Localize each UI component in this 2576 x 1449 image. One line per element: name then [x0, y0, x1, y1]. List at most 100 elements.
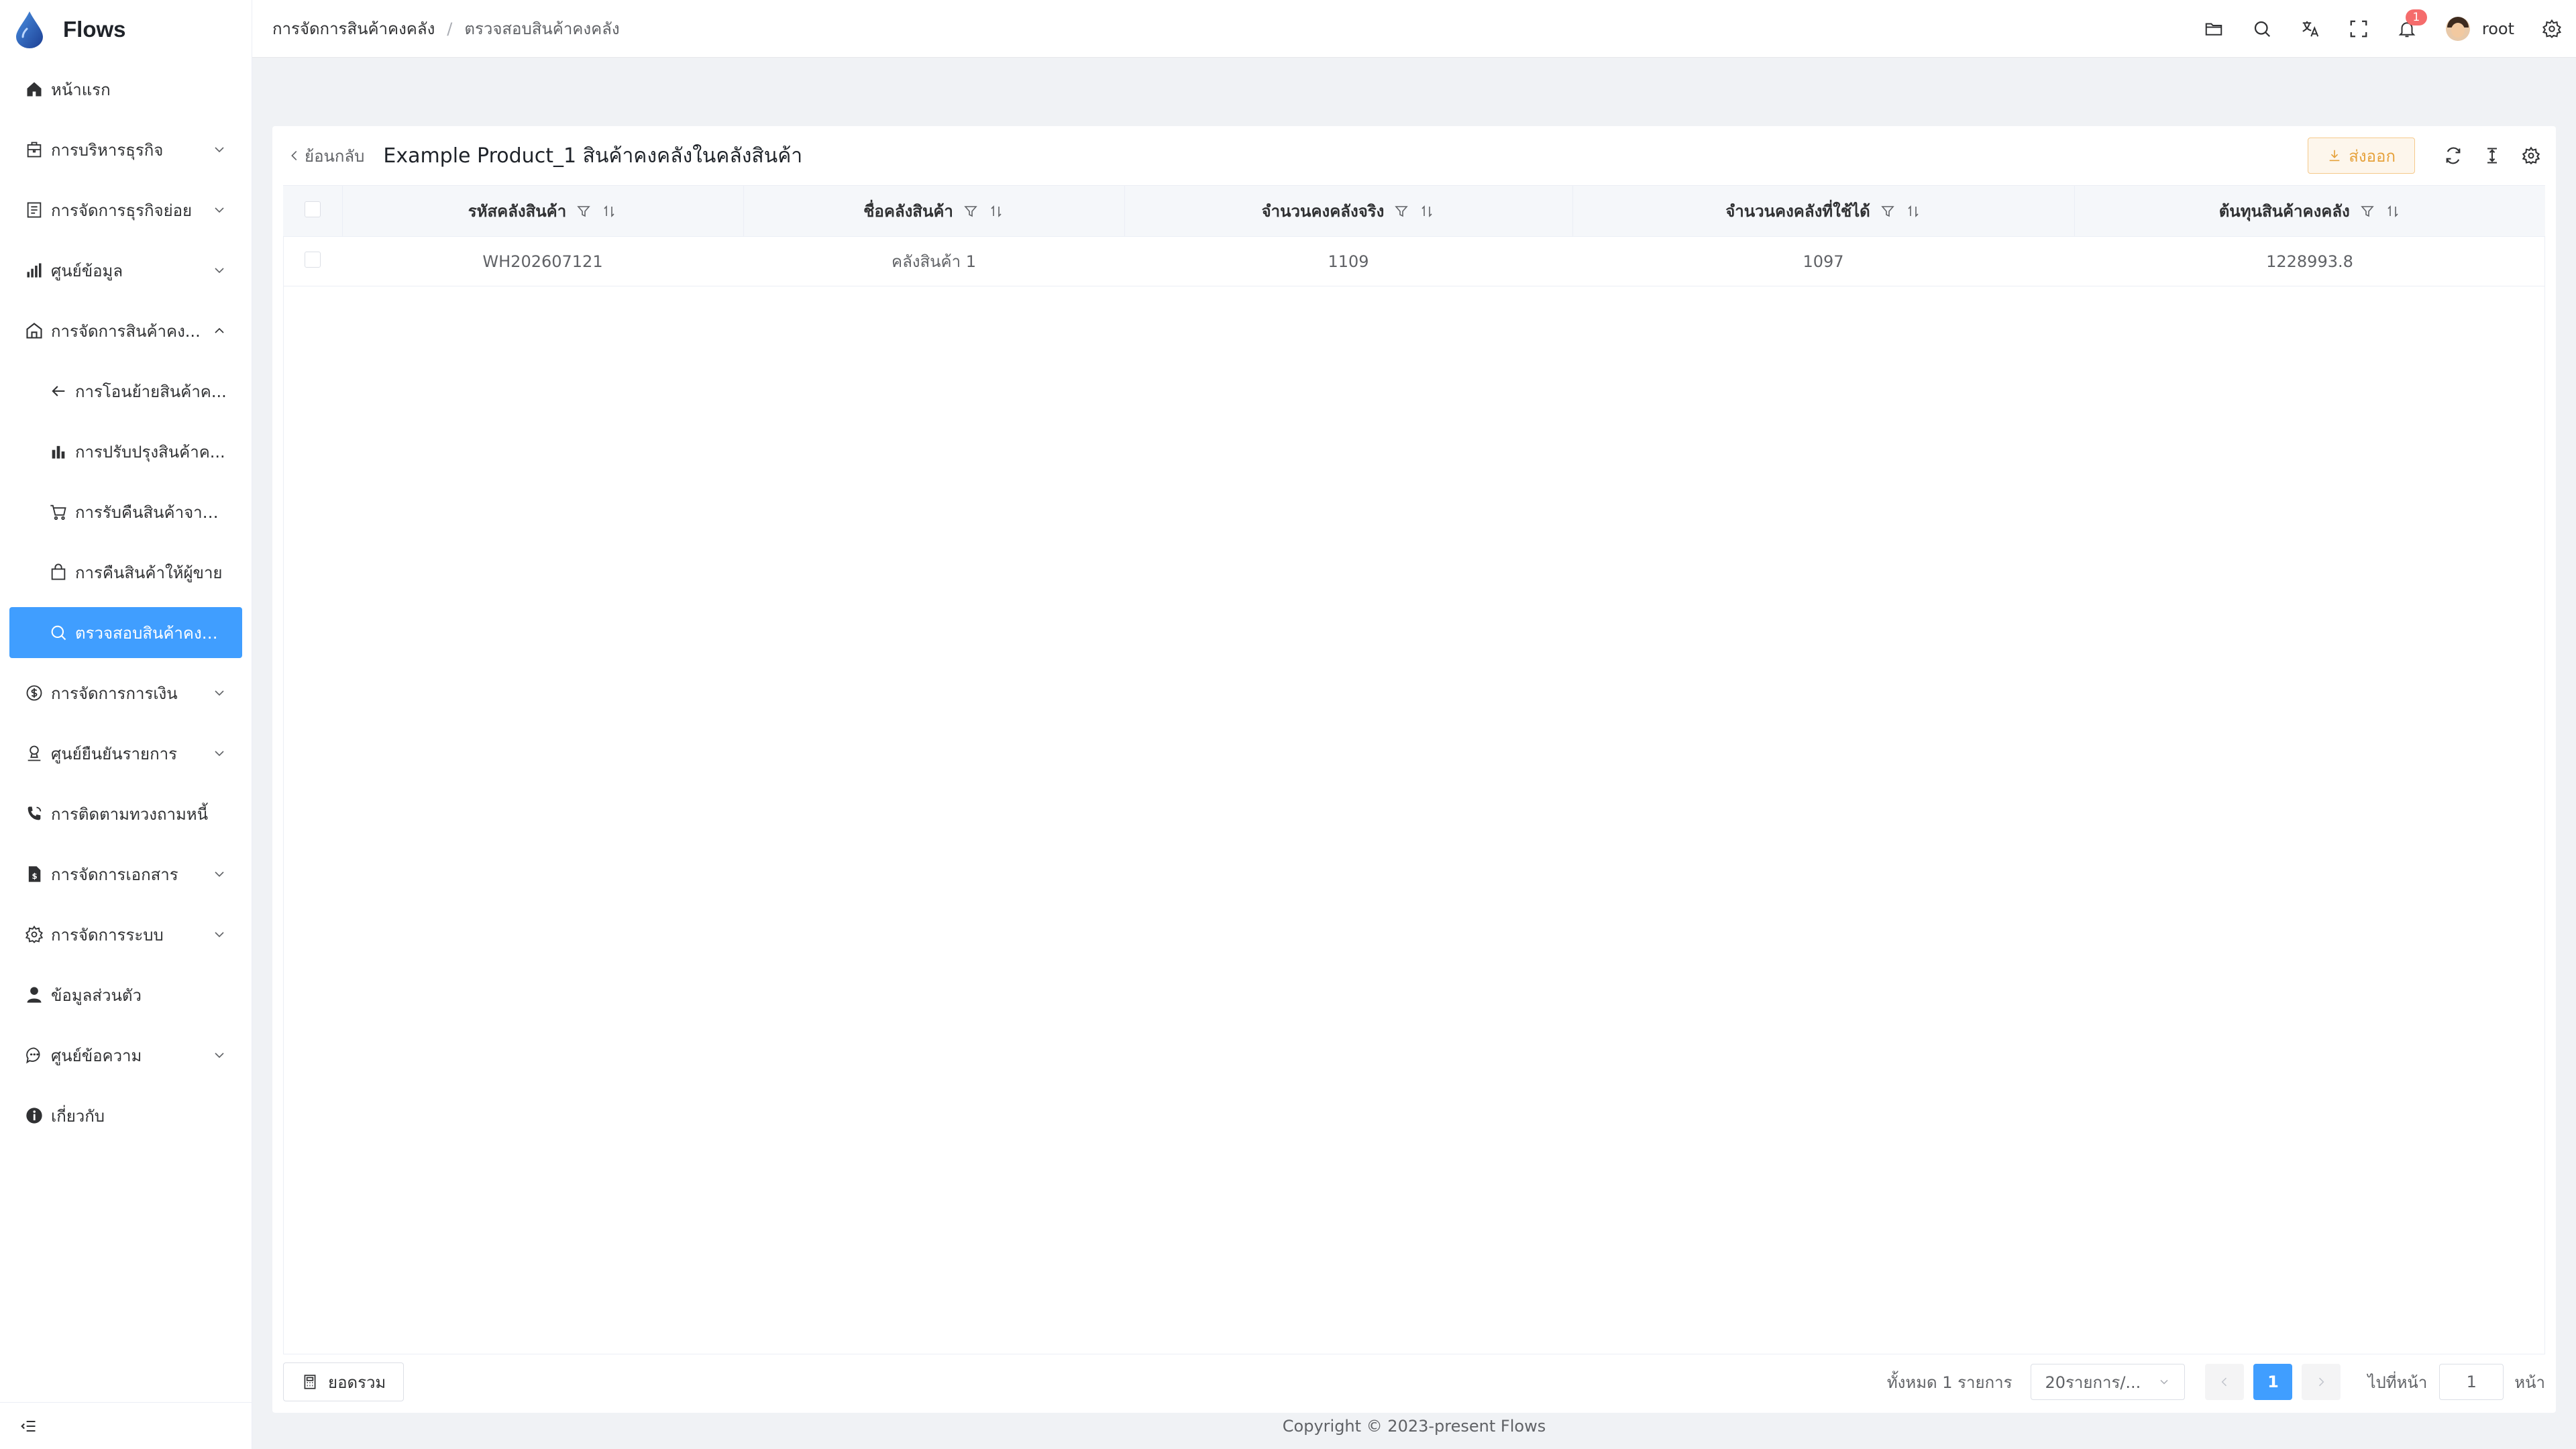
- sort-icon[interactable]: [2385, 203, 2401, 219]
- fullscreen-button[interactable]: [2334, 0, 2383, 58]
- sidebar-item-data-center[interactable]: ศูนย์ข้อมูล: [0, 240, 252, 301]
- folder-button[interactable]: [2190, 0, 2238, 58]
- next-page-button[interactable]: [2302, 1364, 2341, 1400]
- card-header: ย้อนกลับ Example Product_1 สินค้าคงคลังใ…: [272, 126, 2556, 185]
- goto-label: ไปที่หน้า: [2367, 1373, 2428, 1392]
- document-list-icon: [24, 200, 44, 220]
- sidebar-menu: หน้าแรก การบริหารธุรกิจ การจัดการธุรกิจย…: [0, 59, 252, 1146]
- fullscreen-icon: [2350, 20, 2367, 38]
- refresh-button[interactable]: [2434, 136, 2473, 175]
- row-density-button[interactable]: [2473, 136, 2512, 175]
- inventory-card: ย้อนกลับ Example Product_1 สินค้าคงคลังใ…: [272, 126, 2556, 1413]
- chevron-left-icon: [291, 150, 297, 161]
- sidebar-item-label: การรับคืนสินค้าจาก...: [75, 502, 227, 522]
- sidebar-item-debt-collection[interactable]: การติดตามทวงถามหนี้: [0, 784, 252, 844]
- export-button[interactable]: ส่งออก: [2308, 138, 2415, 174]
- table-row[interactable]: WH202607121 คลังสินค้า 1 1109 1097 12289…: [283, 236, 2545, 286]
- prev-page-button[interactable]: [2205, 1364, 2245, 1400]
- filter-icon[interactable]: [2359, 203, 2375, 219]
- collapse-menu-icon: [21, 1420, 36, 1432]
- filter-icon[interactable]: [576, 203, 592, 219]
- sidebar-item-customer-returns[interactable]: การรับคืนสินค้าจาก...: [0, 482, 252, 542]
- column-header[interactable]: รหัสคลังสินค้า: [342, 185, 744, 237]
- chevron-down-icon: [215, 690, 224, 696]
- pagination: ทั้งหมด 1 รายการ 20รายการ/... 1 ไปที่หน้…: [1887, 1362, 2545, 1402]
- sidebar-item-finance[interactable]: การจัดการการเงิน: [0, 663, 252, 723]
- user-menu[interactable]: root: [2445, 17, 2514, 41]
- sidebar-item-messages[interactable]: ศูนย์ข้อความ: [0, 1025, 252, 1085]
- language-button[interactable]: [2286, 0, 2334, 58]
- app-logo[interactable]: Flows: [0, 0, 252, 59]
- sidebar-item-stock-transfer[interactable]: การโอนย้ายสินค้าค...: [0, 361, 252, 421]
- bag-icon: [48, 562, 68, 582]
- sidebar-item-label: ศูนย์ข้อมูล: [51, 261, 123, 280]
- sidebar-item-home[interactable]: หน้าแรก: [0, 59, 252, 119]
- column-header[interactable]: ต้นทุนสินค้าคงคลัง: [2074, 185, 2545, 237]
- sidebar-item-stock-adjustment[interactable]: การปรับปรุงสินค้าค...: [0, 421, 252, 482]
- sidebar-item-system[interactable]: การจัดการระบบ: [0, 904, 252, 965]
- file-dollar-icon: $: [24, 864, 44, 884]
- table-cell: 1228993.8: [2074, 236, 2545, 286]
- top-header: การจัดการสินค้าคงคลัง / ตรวจสอบสินค้าคงค…: [252, 0, 2576, 58]
- column-header[interactable]: จำนวนคงคลังจริง: [1124, 185, 1573, 237]
- username: root: [2481, 19, 2514, 38]
- refresh-icon: [2446, 147, 2461, 164]
- sidebar-item-business[interactable]: การบริหารธุรกิจ: [0, 119, 252, 180]
- search-icon: [48, 623, 68, 643]
- warehouse-icon: [24, 321, 44, 341]
- sidebar-item-label: การโอนย้ายสินค้าค...: [75, 382, 227, 401]
- sidebar-item-documents[interactable]: $ การจัดการเอกสาร: [0, 844, 252, 904]
- column-settings-button[interactable]: [2512, 136, 2551, 175]
- column-header[interactable]: ชื่อคลังสินค้า: [743, 185, 1125, 237]
- settings-button[interactable]: [2528, 0, 2576, 58]
- column-header[interactable]: จำนวนคงคลังที่ใช้ได้: [1572, 185, 2075, 237]
- filter-icon[interactable]: [1880, 203, 1896, 219]
- sidebar-item-profile[interactable]: ข้อมูลส่วนตัว: [0, 965, 252, 1025]
- sidebar-item-label: ข้อมูลส่วนตัว: [51, 985, 142, 1005]
- chevron-down-icon: [215, 1053, 224, 1059]
- column-height-icon: [2487, 148, 2497, 164]
- calculator-icon: [304, 1375, 316, 1389]
- filter-icon[interactable]: [1393, 203, 1409, 219]
- breadcrumb: การจัดการสินค้าคงคลัง / ตรวจสอบสินค้าคงค…: [272, 15, 620, 42]
- filter-icon[interactable]: [963, 203, 979, 219]
- sort-icon[interactable]: [1419, 203, 1435, 219]
- column-header-label: จำนวนคงคลังที่ใช้ได้: [1725, 202, 1870, 221]
- sidebar-item-sub-business[interactable]: การจัดการธุรกิจย่อย: [0, 180, 252, 240]
- page-size-select[interactable]: 20รายการ/...: [2031, 1364, 2186, 1400]
- chevron-down-icon: [215, 871, 224, 877]
- sidebar-item-label: การคืนสินค้าให้ผู้ขาย: [75, 563, 223, 582]
- sort-icon[interactable]: [988, 203, 1004, 219]
- sort-icon[interactable]: [1905, 203, 1921, 219]
- goto-page-input[interactable]: 1: [2439, 1364, 2504, 1400]
- notification-button[interactable]: 1: [2383, 0, 2431, 58]
- chevron-down-icon: [215, 268, 224, 274]
- chevron-down-icon: [215, 147, 224, 153]
- row-checkbox[interactable]: [305, 251, 321, 268]
- sidebar-item-about[interactable]: เกี่ยวกับ: [0, 1085, 252, 1146]
- search-button[interactable]: [2238, 0, 2286, 58]
- sort-icon[interactable]: [601, 203, 617, 219]
- sidebar-item-stock-check[interactable]: ตรวจสอบสินค้าคงคลัง: [9, 607, 242, 658]
- back-button[interactable]: ย้อนกลับ: [287, 143, 364, 169]
- sidebar-item-vendor-returns[interactable]: การคืนสินค้าให้ผู้ขาย: [0, 542, 252, 602]
- table-cell: 1109: [1124, 236, 1572, 286]
- inventory-table: รหัสคลังสินค้า ชื่อคลังสินค้า จำนวนคงคลั…: [283, 185, 2545, 286]
- sidebar-item-inventory[interactable]: การจัดการสินค้าคง...: [0, 301, 252, 361]
- breadcrumb-item-inventory[interactable]: การจัดการสินค้าคงคลัง: [272, 15, 435, 42]
- search-icon: [2254, 21, 2270, 38]
- stamp-icon: [24, 743, 44, 763]
- sidebar-item-label: การจัดการสินค้าคง...: [51, 321, 201, 341]
- sidebar-collapse-toggle[interactable]: [0, 1402, 252, 1449]
- page-number-button[interactable]: 1: [2253, 1364, 2293, 1400]
- chevron-up-icon: [215, 327, 224, 333]
- table-cell: 1097: [1572, 236, 2074, 286]
- summary-button[interactable]: ยอดรวม: [283, 1362, 405, 1401]
- app-name: Flows: [63, 17, 126, 42]
- folder-icon: [2205, 23, 2222, 36]
- sidebar-item-approval-center[interactable]: ศูนย์ยืนยันรายการ: [0, 723, 252, 784]
- total-count: ทั้งหมด 1 รายการ: [1886, 1373, 2012, 1392]
- chevron-down-icon: [215, 207, 224, 213]
- water-drop-logo-icon: [16, 11, 43, 48]
- select-all-checkbox[interactable]: [304, 201, 321, 217]
